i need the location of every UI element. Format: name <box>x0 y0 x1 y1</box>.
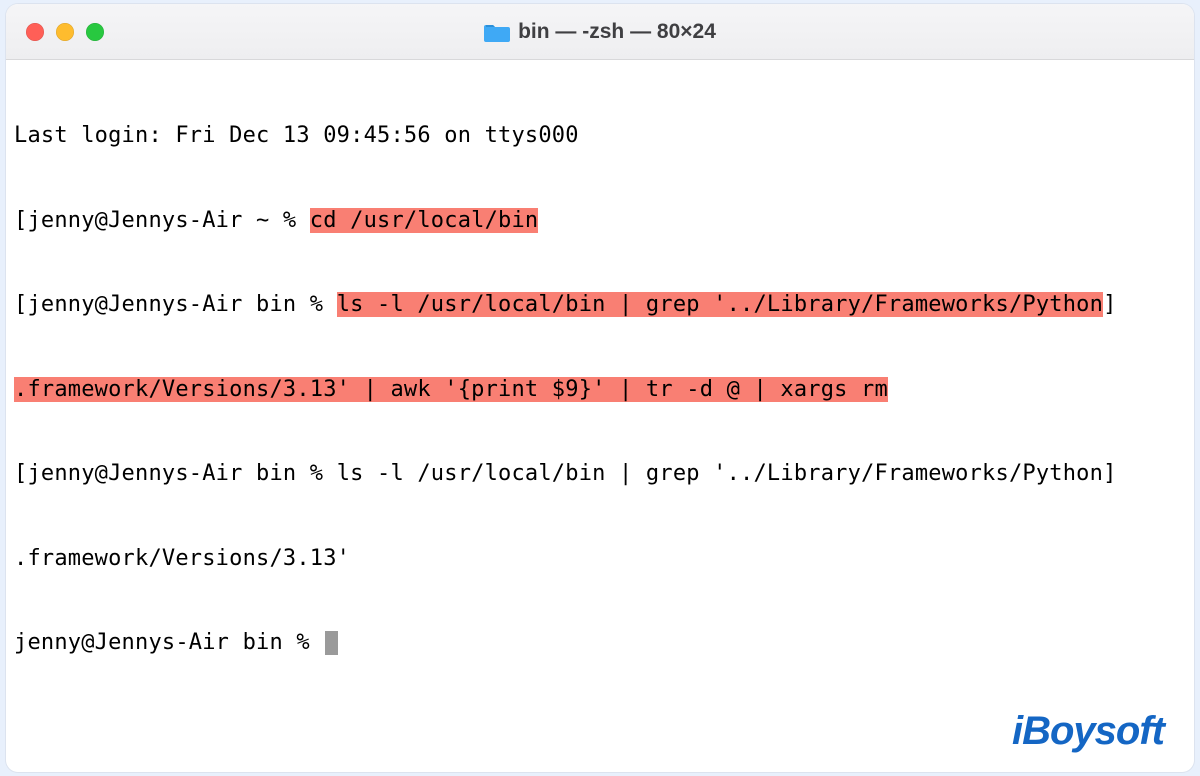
prompt-text: [jenny@Jennys-Air bin % <box>14 292 337 317</box>
prompt-text: [jenny@Jennys-Air ~ % <box>14 208 310 233</box>
title-bar[interactable]: bin — -zsh — 80×24 <box>6 4 1194 60</box>
folder-icon <box>484 21 510 43</box>
minimize-icon[interactable] <box>56 23 74 41</box>
prompt-text: [jenny@Jennys-Air bin % <box>14 461 337 486</box>
brand-watermark: iBoysoft <box>1012 709 1164 754</box>
window-title-text: bin — -zsh — 80×24 <box>518 20 716 44</box>
terminal-window: bin — -zsh — 80×24 Last login: Fri Dec 1… <box>6 4 1194 772</box>
prompt-text: jenny@Jennys-Air bin % <box>14 630 323 655</box>
terminal-body[interactable]: Last login: Fri Dec 13 09:45:56 on ttys0… <box>6 60 1194 720</box>
command-text: .framework/Versions/3.13' <box>14 546 350 571</box>
command-line-2a: [jenny@Jennys-Air bin % ls -l /usr/local… <box>14 291 1186 319</box>
login-line: Last login: Fri Dec 13 09:45:56 on ttys0… <box>14 122 1186 150</box>
prompt-line: jenny@Jennys-Air bin % <box>14 629 1186 657</box>
command-line-2b: .framework/Versions/3.13' | awk '{print … <box>14 376 1186 404</box>
highlighted-command: .framework/Versions/3.13' | awk '{print … <box>14 377 888 402</box>
highlighted-command: ls -l /usr/local/bin | grep '../Library/… <box>337 292 1103 317</box>
command-line-1: [jenny@Jennys-Air ~ % cd /usr/local/bin <box>14 207 1186 235</box>
close-icon[interactable] <box>26 23 44 41</box>
cursor-icon <box>325 631 338 655</box>
maximize-icon[interactable] <box>86 23 104 41</box>
command-line-3a: [jenny@Jennys-Air bin % ls -l /usr/local… <box>14 460 1186 488</box>
command-line-3b: .framework/Versions/3.13' <box>14 545 1186 573</box>
window-title: bin — -zsh — 80×24 <box>6 20 1194 44</box>
traffic-lights <box>6 23 104 41</box>
command-text: ls -l /usr/local/bin | grep '../Library/… <box>337 461 1103 486</box>
highlighted-command: cd /usr/local/bin <box>310 208 539 233</box>
